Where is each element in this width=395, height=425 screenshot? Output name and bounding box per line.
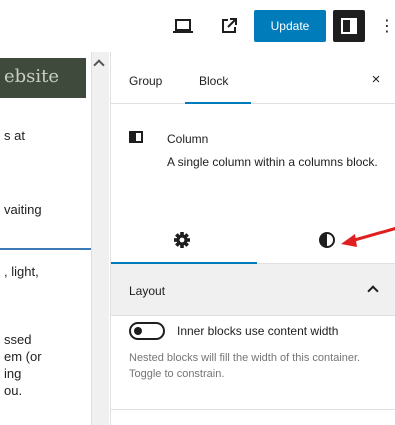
- more-vertical-icon: ⋮: [379, 18, 395, 35]
- paragraph-line[interactable]: vaiting: [4, 202, 42, 217]
- sidebar-panel-icon: [341, 18, 357, 34]
- scroll-up-arrow-icon[interactable]: [93, 59, 105, 71]
- editor-canvas[interactable]: ebsite s at vaiting , light, ssed em (or…: [0, 52, 91, 425]
- cover-image[interactable]: ebsite: [0, 58, 86, 98]
- tab-block[interactable]: Block: [199, 74, 228, 88]
- inner-blocks-width-toggle[interactable]: [129, 322, 165, 340]
- annotation-arrow-icon: [341, 227, 395, 247]
- update-button[interactable]: Update: [254, 10, 326, 42]
- paragraph-line[interactable]: , light,: [4, 264, 39, 279]
- editor-scrollbar[interactable]: [91, 52, 109, 425]
- sidebar-tabs: Group Block ×: [111, 52, 395, 104]
- toggle-help-text: Nested blocks will fill the width of thi…: [129, 352, 361, 380]
- settings-sidebar-toggle[interactable]: [333, 10, 365, 42]
- toggle-label[interactable]: Inner blocks use content width: [177, 324, 338, 338]
- paragraph-line[interactable]: em (or: [4, 349, 42, 364]
- active-tab-indicator: [185, 102, 251, 104]
- paragraph-line[interactable]: ssed: [4, 332, 31, 347]
- panel-divider: [111, 409, 395, 410]
- toggle-knob: [134, 327, 142, 335]
- tab-settings[interactable]: [171, 229, 193, 251]
- external-link-icon: [222, 18, 237, 33]
- gear-icon: [174, 232, 190, 248]
- block-title: Column: [167, 132, 209, 146]
- chevron-up-icon: [367, 285, 379, 297]
- close-icon: ×: [371, 71, 381, 88]
- block-divider: [0, 248, 91, 250]
- close-sidebar-button[interactable]: ×: [366, 70, 386, 90]
- settings-sidebar: Group Block × Column A single column wit…: [110, 52, 395, 425]
- column-icon: [129, 131, 143, 143]
- layout-panel-title: Layout: [129, 284, 166, 298]
- tab-group[interactable]: Group: [129, 74, 162, 88]
- block-description: A single column within a columns block.: [167, 155, 378, 169]
- half-circle-styles-icon: [319, 232, 335, 248]
- layout-panel-header[interactable]: Layout: [111, 264, 395, 316]
- options-button[interactable]: ⋮: [379, 10, 395, 42]
- tab-styles[interactable]: [316, 229, 338, 251]
- paragraph-line[interactable]: s at: [4, 128, 25, 143]
- preview-button[interactable]: [170, 12, 196, 40]
- cover-image-text: ebsite: [4, 66, 60, 87]
- laptop-icon: [173, 19, 193, 33]
- editor-toolbar: Update ⋮: [0, 0, 395, 52]
- paragraph-line[interactable]: ing: [4, 366, 21, 381]
- paragraph-line[interactable]: ou.: [4, 383, 22, 398]
- view-post-button[interactable]: [216, 12, 242, 40]
